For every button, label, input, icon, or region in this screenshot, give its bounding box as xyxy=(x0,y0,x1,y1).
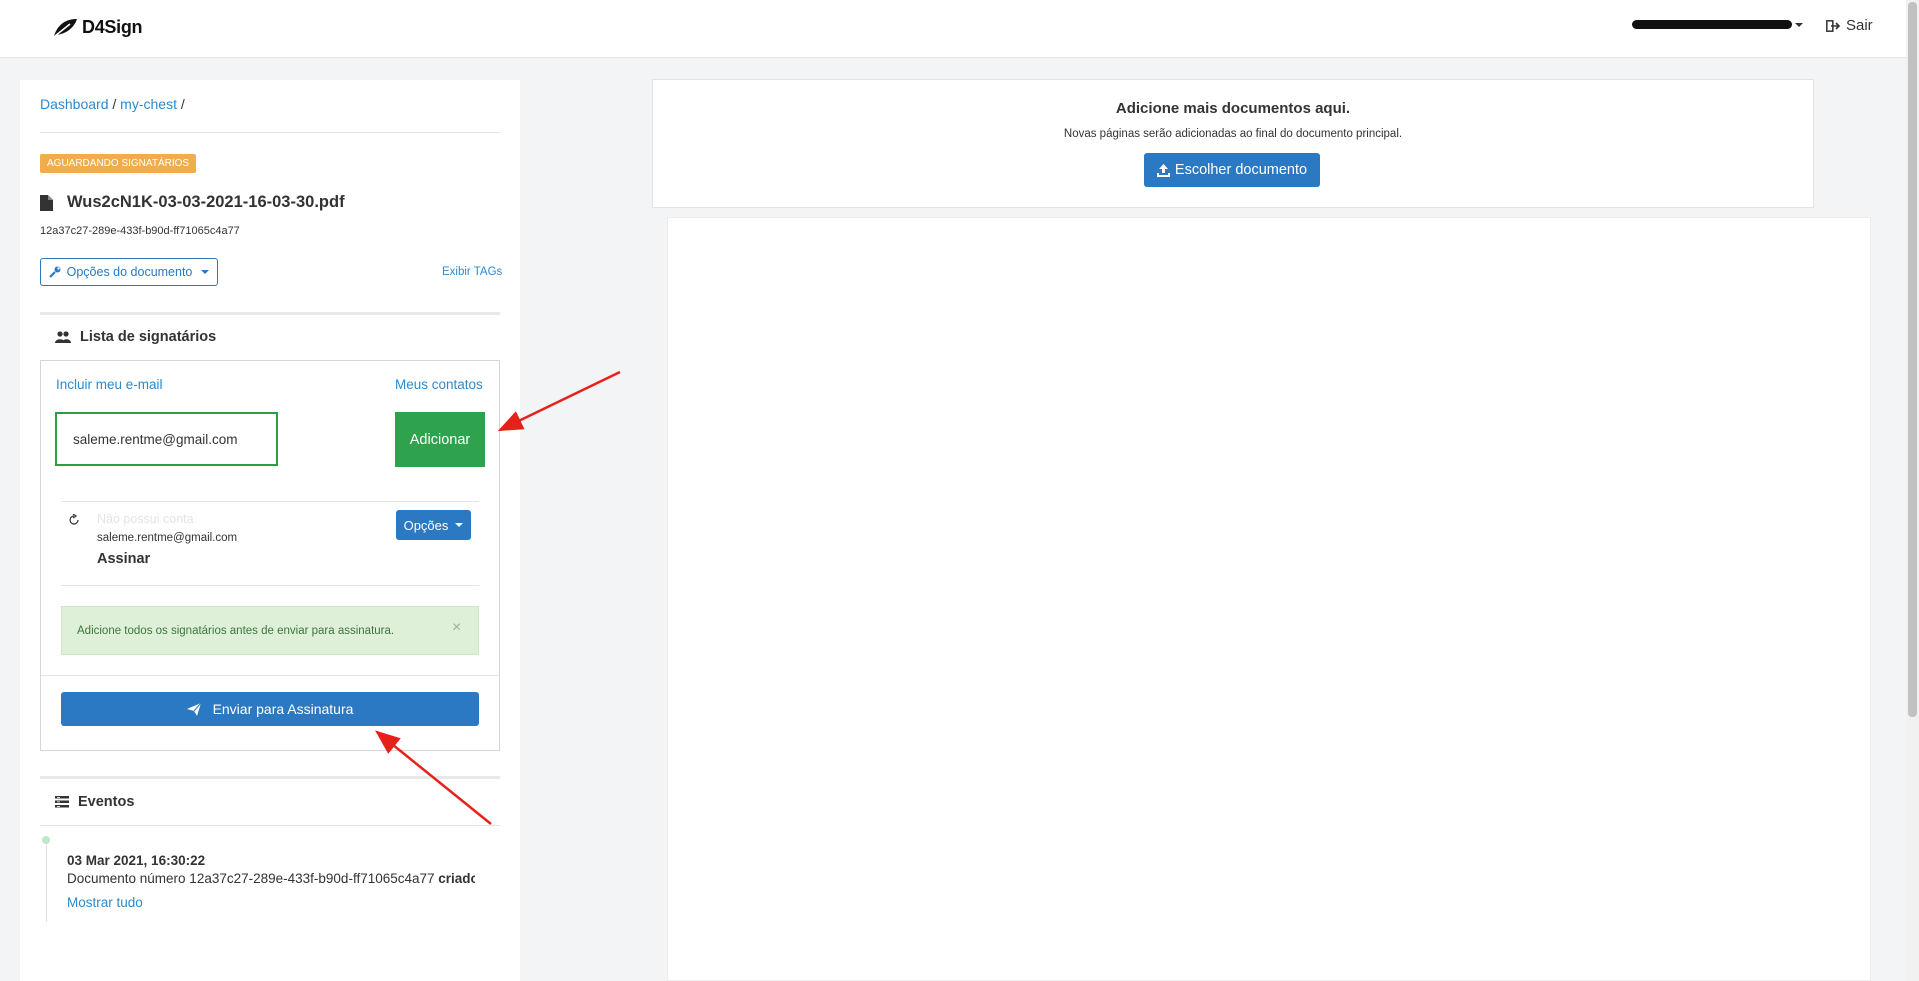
divider xyxy=(61,585,479,586)
file-icon xyxy=(40,194,53,211)
divider xyxy=(40,132,500,133)
signer-action: Assinar xyxy=(97,551,151,567)
show-tags-link[interactable]: Exibir TAGs xyxy=(442,266,502,278)
add-documents-card: Adicione mais documentos aqui. Novas pág… xyxy=(652,79,1814,208)
refresh-icon xyxy=(69,514,79,525)
add-documents-subtitle: Novas páginas serão adicionadas ao final… xyxy=(1063,128,1403,140)
upload-icon xyxy=(1156,163,1170,177)
section-divider xyxy=(40,312,500,315)
info-alert: Adicione todos os signatários antes de e… xyxy=(61,606,479,655)
document-filename: Wus2cN1K-03-03-2021-16-03-30.pdf xyxy=(67,193,345,211)
events-section-title: Eventos xyxy=(55,794,134,810)
document-title: Wus2cN1K-03-03-2021-16-03-30.pdf xyxy=(40,193,345,212)
status-badge: AGUARDANDO SIGNATÁRIOS xyxy=(40,154,197,173)
caret-down-icon xyxy=(1795,22,1803,27)
logout-link[interactable]: Sair xyxy=(1826,17,1873,34)
send-for-signature-button[interactable]: Enviar para Assinatura xyxy=(61,692,479,726)
logo[interactable]: D4Sign xyxy=(52,17,143,38)
signer-email: saleme.rentme@gmail.com xyxy=(97,532,238,544)
signer-account-status: Não possui conta xyxy=(97,512,194,526)
send-label: Enviar para Assinatura xyxy=(212,701,354,717)
redacted-user-email xyxy=(1632,20,1792,29)
event-desc-bold: criado xyxy=(438,871,475,886)
signer-email-input[interactable] xyxy=(55,412,278,466)
caret-down-icon xyxy=(201,270,210,274)
event-desc-text: Documento número 12a37c27-289e-433f-b90d… xyxy=(67,871,439,886)
signers-section-title: Lista de signatários xyxy=(55,329,216,345)
divider xyxy=(41,675,499,676)
document-options-button[interactable]: Opções do documento xyxy=(40,258,218,286)
breadcrumb-separator: / xyxy=(112,96,117,112)
alert-close-button[interactable]: × xyxy=(452,619,461,637)
show-all-events-link[interactable]: Mostrar tudo xyxy=(67,895,143,910)
divider xyxy=(61,501,479,502)
paper-plane-icon xyxy=(186,702,201,716)
caret-down-icon xyxy=(455,523,464,527)
choose-document-button[interactable]: Escolher documento xyxy=(1144,153,1320,187)
logout-icon xyxy=(1826,19,1840,32)
signer-options-label: Opções xyxy=(403,517,449,533)
scrollbar-thumb[interactable] xyxy=(1908,2,1917,717)
timeline-dot xyxy=(42,836,50,844)
divider xyxy=(40,825,500,826)
logo-text: D4Sign xyxy=(82,17,143,37)
list-icon xyxy=(55,796,69,808)
wrench-icon xyxy=(48,266,61,278)
event-description: Documento número 12a37c27-289e-433f-b90d… xyxy=(67,871,475,886)
document-hash: 12a37c27-289e-433f-b90d-ff71065c4a77 xyxy=(40,225,240,237)
event-date: 03 Mar 2021, 16:30:22 xyxy=(67,853,206,868)
events-title-label: Eventos xyxy=(78,794,135,810)
document-preview[interactable] xyxy=(667,217,1871,981)
add-documents-title: Adicione mais documentos aqui. xyxy=(1115,100,1351,117)
users-icon xyxy=(55,330,71,343)
timeline-line xyxy=(46,842,47,922)
breadcrumb-folder[interactable]: my-chest xyxy=(120,96,177,112)
section-divider xyxy=(40,776,500,779)
user-menu-dropdown[interactable] xyxy=(1632,20,1803,29)
alert-message: Adicione todos os signatários antes de e… xyxy=(77,625,395,637)
include-my-email-link[interactable]: Incluir meu e-mail xyxy=(56,377,163,392)
signers-title-label: Lista de signatários xyxy=(80,329,217,345)
breadcrumb-separator: / xyxy=(180,96,185,112)
signer-options-button[interactable]: Opções xyxy=(396,510,471,540)
breadcrumb-dashboard[interactable]: Dashboard xyxy=(40,96,109,112)
my-contacts-link[interactable]: Meus contatos xyxy=(395,377,483,392)
document-options-label: Opções do documento xyxy=(66,265,193,279)
logout-label: Sair xyxy=(1846,17,1873,34)
top-navbar: D4Sign Sair xyxy=(0,0,1906,58)
choose-document-label: Escolher documento xyxy=(1174,162,1308,178)
breadcrumb: Dashboard / my-chest / xyxy=(40,96,185,112)
add-signer-button[interactable]: Adicionar xyxy=(395,412,485,467)
d4sign-leaf-icon xyxy=(54,18,77,37)
